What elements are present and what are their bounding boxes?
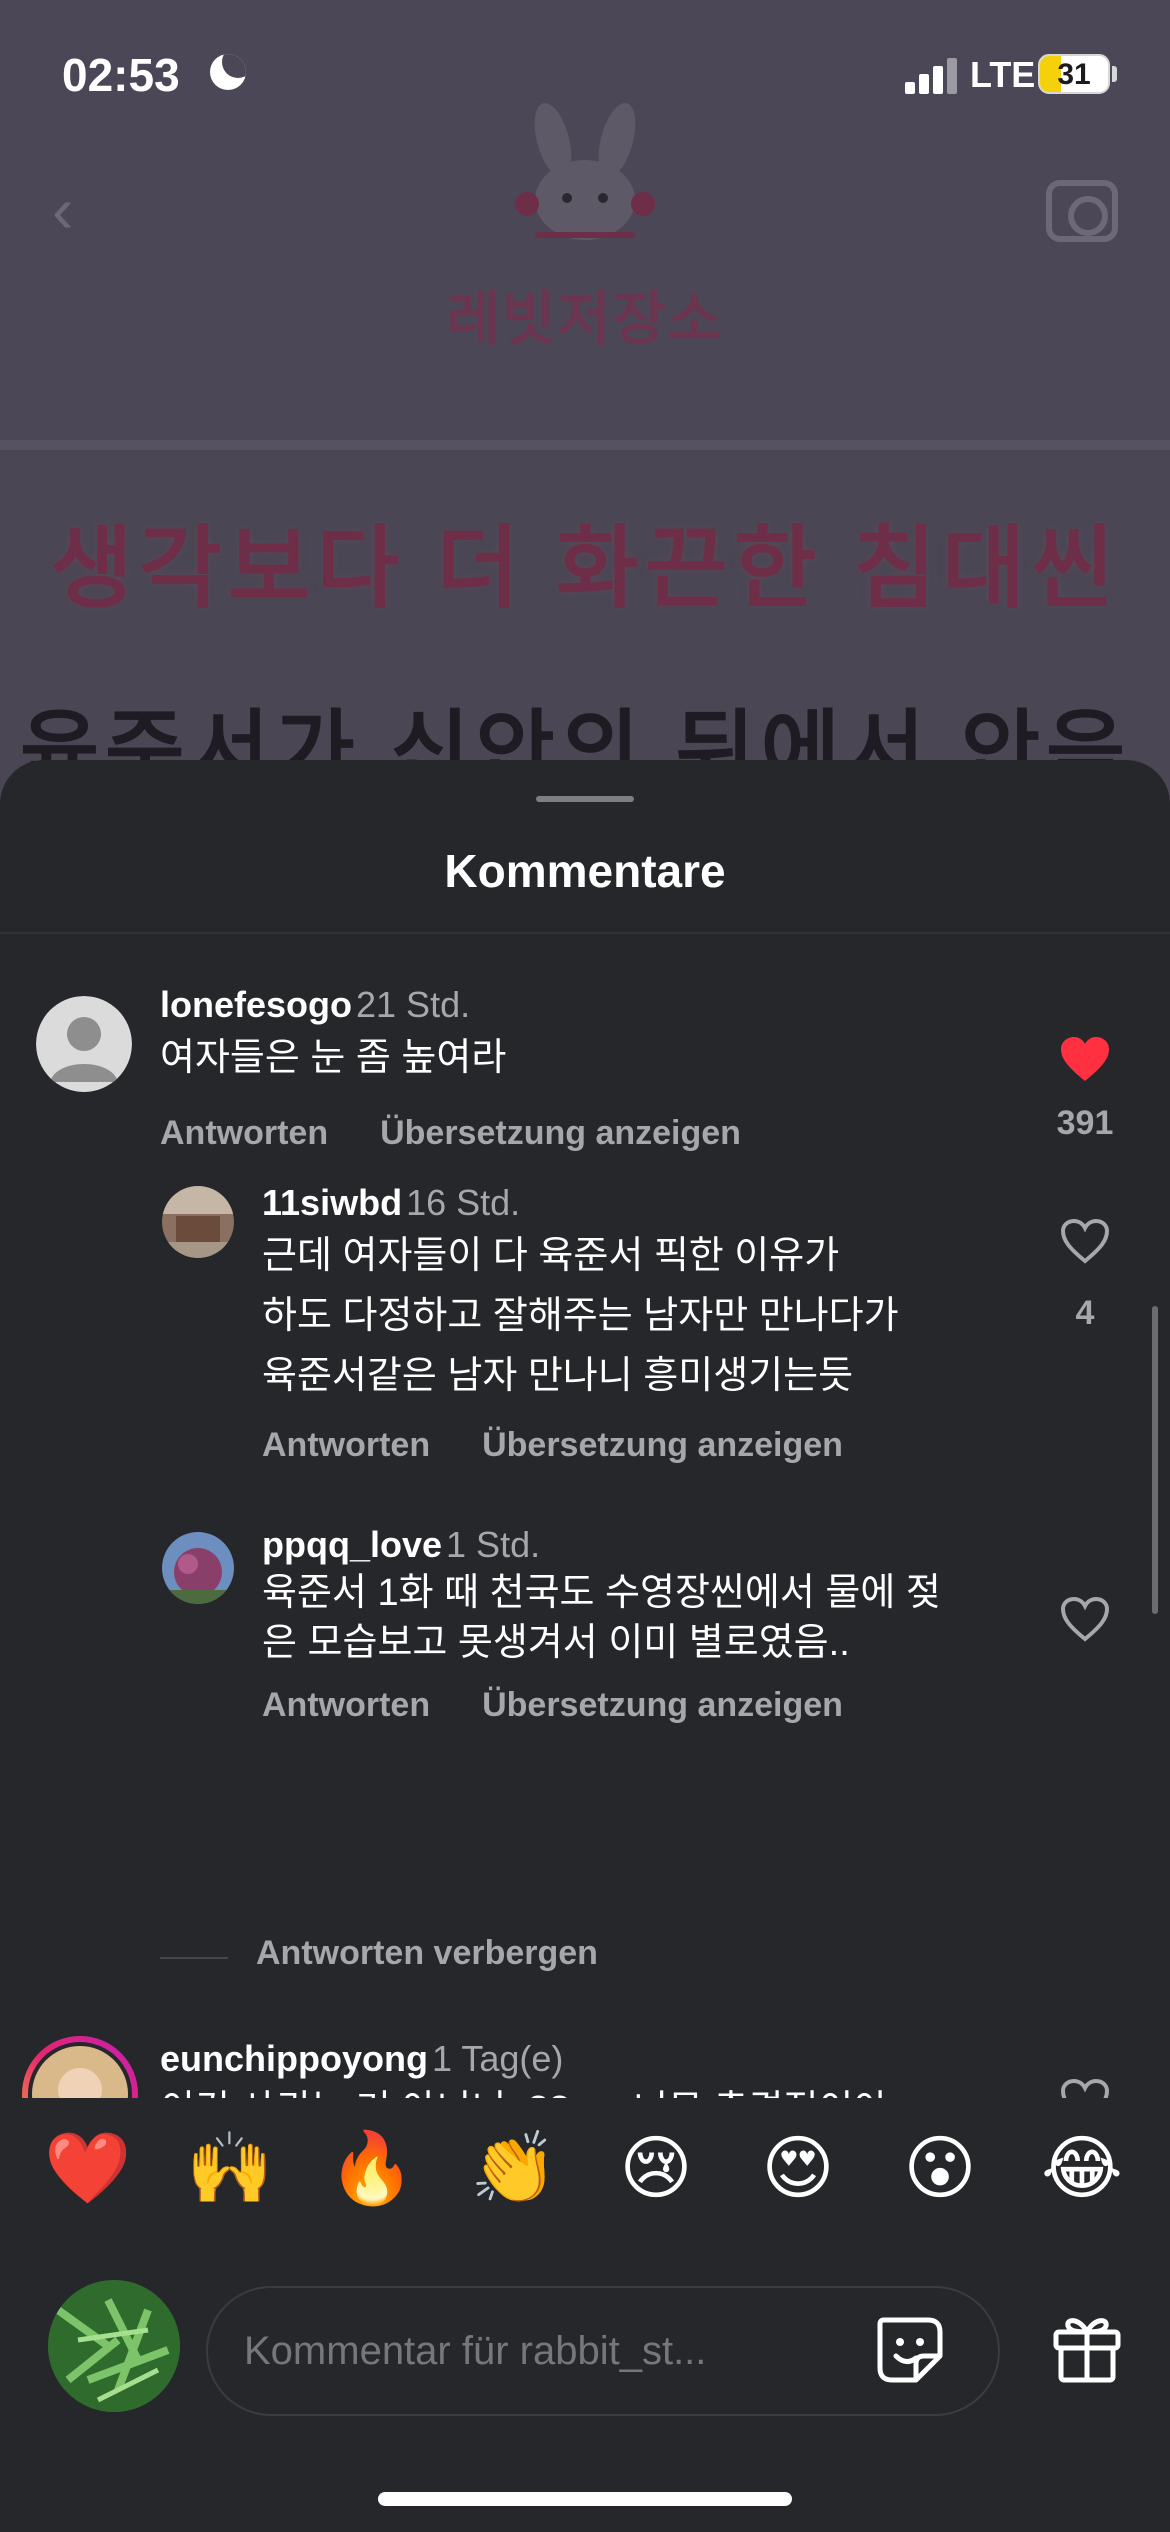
comment-username[interactable]: 11siwbd xyxy=(262,1182,402,1223)
comment-text: 여자들은 눈 좀 높여라 xyxy=(160,1028,506,1088)
translate-button[interactable]: Übersetzung anzeigen xyxy=(380,1114,741,1152)
emoji-clap-button[interactable]: 👏 xyxy=(464,2118,564,2218)
emoji-laughing-button[interactable]: 😂 xyxy=(1032,2118,1132,2218)
emoji-reactions: ❤️ 🙌 🔥 👏 😢 😍 😮 😂 xyxy=(0,2098,1170,2248)
emoji-surprised-button[interactable]: 😮 xyxy=(890,2118,990,2218)
heart-filled-icon[interactable] xyxy=(1058,1034,1112,1084)
battery-tip xyxy=(1112,66,1117,82)
emoji-cry-button[interactable]: 😢 xyxy=(606,2118,706,2218)
comment-input[interactable] xyxy=(244,2318,804,2384)
back-chevron-icon[interactable]: ‹ xyxy=(52,178,92,242)
story-ring-avatar[interactable] xyxy=(20,2034,140,2098)
comment-line: 육준서 1화 때 천국도 수영장씬에서 물에 젖 xyxy=(262,1572,941,1614)
comment-meta: 11siwbd 16 Std. xyxy=(262,1182,520,1224)
emoji-raised-hands-button[interactable]: 🙌 xyxy=(180,2118,280,2218)
like-count: 4 xyxy=(1075,1294,1095,1332)
reply-comment: ppqq_love 1 Std. 육준서 1화 때 천국도 수영장씬에서 물에 젖… xyxy=(0,1514,1170,1754)
battery-percent: 31 xyxy=(1057,58,1091,91)
comment-composer xyxy=(0,2250,1170,2430)
comment: eunchippoyong1 Tag(e) 이건 사귀는 거 아니니..?? .… xyxy=(0,2034,1170,2098)
like-count: 391 xyxy=(1056,1104,1114,1142)
reply-button[interactable]: Antworten xyxy=(160,1114,328,1152)
comment-meta: ppqq_love 1 Std. xyxy=(262,1524,540,1566)
emoji-fire-button[interactable]: 🔥 xyxy=(322,2118,422,2218)
comment: lonefesogo 21 Std. 여자들은 눈 좀 높여라 Antworten… xyxy=(0,934,1170,1154)
emoji-heart-eyes-button[interactable]: 😍 xyxy=(748,2118,848,2218)
user-avatar[interactable] xyxy=(162,1186,234,1258)
gift-icon[interactable] xyxy=(1050,2310,1124,2386)
comment-time: 1 Tag(e) xyxy=(431,2038,564,2079)
divider xyxy=(160,1957,228,1959)
camera-icon[interactable] xyxy=(1046,180,1118,242)
post-title: 생각보다 더 화끈한 침대씬 xyxy=(50,519,1120,619)
scrollbar[interactable] xyxy=(1152,1306,1158,1614)
home-indicator[interactable] xyxy=(378,2492,792,2506)
comment-line: 여자들은 눈 좀 높여라 xyxy=(160,1037,507,1079)
network-type: LTE xyxy=(970,54,1036,95)
logo-text: 레빗저장소 xyxy=(446,287,724,352)
comment-username[interactable]: eunchippoyong xyxy=(160,2038,428,2079)
divider xyxy=(0,440,1170,450)
comment-text: 근데 여자들이 다 육준서 픽한 이유가 하도 다정하고 잘해주는 남자만 만나… xyxy=(262,1226,899,1406)
heart-outline-icon[interactable] xyxy=(1058,2076,1112,2098)
sheet-grabber[interactable] xyxy=(536,796,634,802)
comment-actions: Antworten Übersetzung anzeigen xyxy=(160,1114,793,1153)
reply-button[interactable]: Antworten xyxy=(262,1426,430,1464)
comment-input-wrapper xyxy=(206,2286,1000,2416)
sheet-title: Kommentare xyxy=(444,845,726,897)
translate-button[interactable]: Übersetzung anzeigen xyxy=(482,1426,843,1464)
reply-comment: 11siwbd 16 Std. 근데 여자들이 다 육준서 픽한 이유가 하도 다… xyxy=(0,1174,1170,1474)
moon-icon xyxy=(210,54,246,90)
status-bar: 02:53 LTE 31 xyxy=(0,0,1170,150)
comment-meta: lonefesogo 21 Std. xyxy=(160,984,470,1026)
comment-time: 1 Std. xyxy=(446,1524,541,1565)
comment-time: 21 Std. xyxy=(356,984,471,1025)
comment-actions: Antworten Übersetzung anzeigen xyxy=(262,1426,895,1465)
comment-line: 근데 여자들이 다 육준서 픽한 이유가 xyxy=(262,1235,840,1277)
comment-line: 이건 사귀는 거 아니니..?? .... 너무 충격적이야 xyxy=(160,2080,888,2098)
comment-actions: Antworten Übersetzung anzeigen xyxy=(262,1686,895,1725)
my-avatar[interactable] xyxy=(48,2280,180,2412)
heart-outline-icon[interactable] xyxy=(1058,1594,1112,1644)
comment-line: 하도 다정하고 잘해주는 남자만 만나다가 xyxy=(262,1295,899,1337)
comment-meta: eunchippoyong 1 Tag(e) xyxy=(160,2038,563,2080)
comment-username[interactable]: lonefesogo xyxy=(160,984,352,1025)
comment-username[interactable]: ppqq_love xyxy=(262,1524,442,1565)
comment-list[interactable]: lonefesogo 21 Std. 여자들은 눈 좀 높여라 Antworten… xyxy=(0,934,1170,2098)
hide-replies-button[interactable]: Antworten verbergen xyxy=(256,1934,598,1973)
comment-time: 16 Std. xyxy=(406,1182,521,1223)
emoji-heart-button[interactable]: ❤️ xyxy=(38,2118,138,2218)
comments-sheet: Kommentare lonefesogo 21 Std. 여자들은 눈 좀 높여… xyxy=(0,760,1170,2532)
comment-text: 육준서 1화 때 천국도 수영장씬에서 물에 젖 은 모습보고 못생겨서 이미 … xyxy=(262,1568,941,1668)
signal-icon xyxy=(905,56,957,94)
comment-text: 이건 사귀는 거 아니니..?? .... 너무 충격적이야 xyxy=(160,2080,888,2098)
sticker-icon[interactable] xyxy=(872,2312,948,2388)
comment-line: 은 모습보고 못생겨서 이미 별로였음.. xyxy=(262,1622,850,1664)
comment-line: 육준서같은 남자 만나니 흥미생기는듯 xyxy=(262,1355,854,1397)
user-avatar[interactable] xyxy=(162,1532,234,1604)
battery-icon: 31 xyxy=(1038,54,1110,94)
default-avatar-icon[interactable] xyxy=(36,996,132,1092)
heart-outline-icon[interactable] xyxy=(1058,1216,1112,1266)
clock: 02:53 xyxy=(62,49,180,101)
reply-button[interactable]: Antworten xyxy=(262,1686,430,1724)
translate-button[interactable]: Übersetzung anzeigen xyxy=(482,1686,843,1724)
